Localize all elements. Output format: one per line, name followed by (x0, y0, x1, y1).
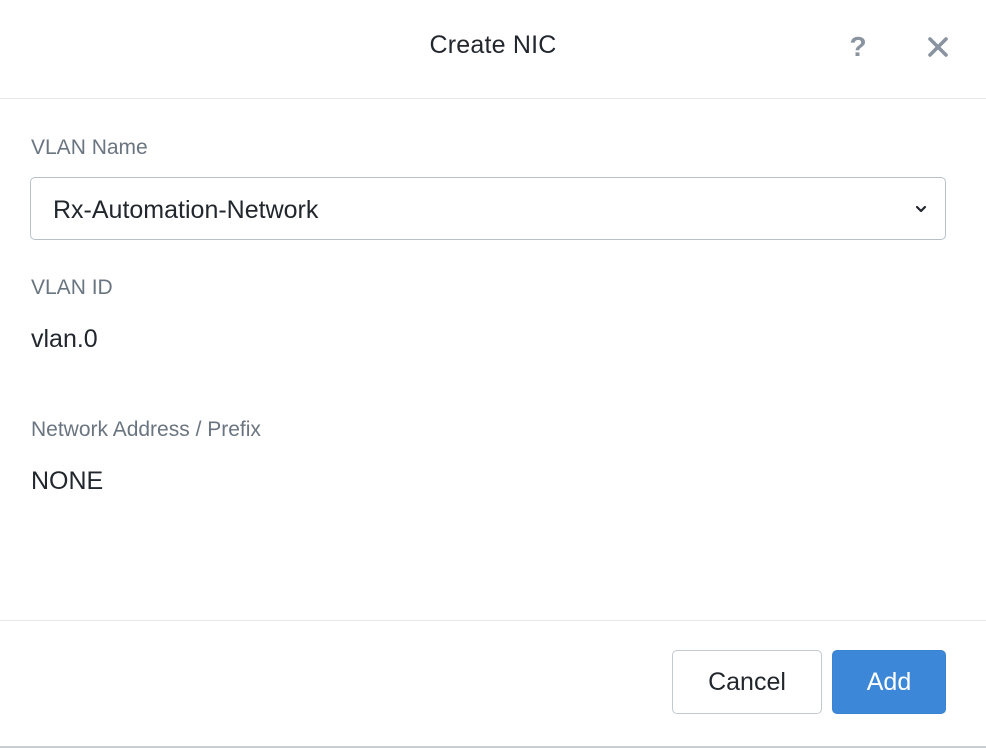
close-button[interactable] (922, 31, 954, 63)
question-mark-icon: ? (849, 31, 867, 62)
footer-divider (0, 620, 986, 621)
create-nic-dialog: Create NIC ? VLAN Name Rx-Automation-Net… (0, 0, 986, 748)
vlan-id-label: VLAN ID (31, 276, 113, 299)
dialog-title: Create NIC (429, 31, 557, 59)
vlan-name-selected-value: Rx-Automation-Network (53, 196, 319, 224)
add-button[interactable]: Add (832, 650, 946, 714)
close-icon (928, 37, 948, 57)
vlan-name-select[interactable]: Rx-Automation-Network (30, 177, 946, 240)
network-address-label: Network Address / Prefix (31, 418, 261, 441)
dialog-header: Create NIC ? (0, 0, 986, 99)
vlan-id-value: vlan.0 (31, 325, 98, 353)
cancel-button[interactable]: Cancel (672, 650, 822, 714)
chevron-down-icon (915, 205, 927, 213)
help-button[interactable]: ? (843, 28, 873, 66)
vlan-name-label: VLAN Name (31, 136, 148, 159)
network-address-value: NONE (31, 467, 104, 495)
